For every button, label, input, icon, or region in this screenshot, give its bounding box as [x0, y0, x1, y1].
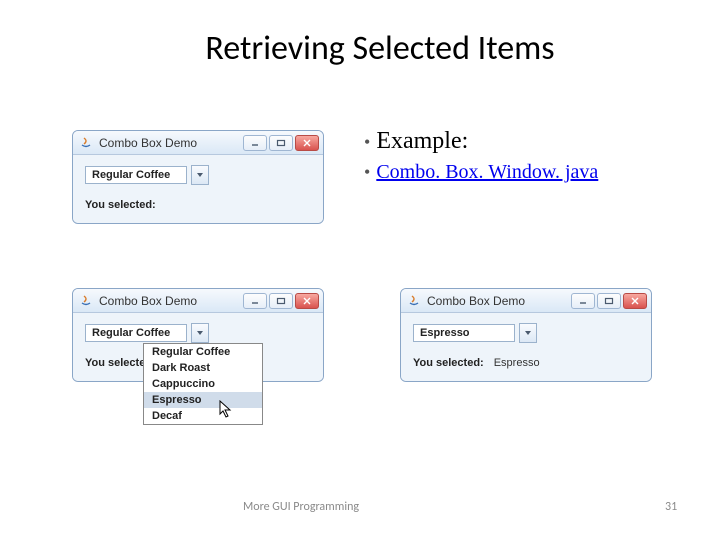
close-button[interactable]	[295, 293, 319, 309]
titlebar: Combo Box Demo	[401, 289, 651, 313]
titlebar: Combo Box Demo	[73, 289, 323, 313]
maximize-button[interactable]	[269, 135, 293, 151]
java-icon	[79, 294, 93, 308]
minimize-button[interactable]	[571, 293, 595, 309]
chevron-down-icon	[196, 172, 204, 178]
titlebar: Combo Box Demo	[73, 131, 323, 155]
combo-display[interactable]: Regular Coffee	[85, 166, 187, 184]
chevron-down-icon	[196, 330, 204, 336]
maximize-button[interactable]	[269, 293, 293, 309]
bullet-block: • Example: • Combo. Box. Window. java	[364, 128, 598, 184]
java-icon	[407, 294, 421, 308]
code-link[interactable]: Combo. Box. Window. java	[376, 161, 598, 184]
slide-title: Retrieving Selected Items	[0, 0, 720, 69]
close-button[interactable]	[623, 293, 647, 309]
selected-label: You selected:	[85, 199, 156, 211]
close-button[interactable]	[295, 135, 319, 151]
selected-value: Espresso	[494, 357, 540, 369]
dropdown-option-highlighted[interactable]: Espresso	[144, 392, 262, 408]
dropdown-option[interactable]: Cappuccino	[144, 376, 262, 392]
footer-text: More GUI Programming	[243, 500, 359, 514]
selected-label: You selected:	[85, 357, 145, 369]
combo-dropdown-list[interactable]: Regular Coffee Dark Roast Cappuccino Esp…	[143, 343, 263, 425]
window-demo-1: Combo Box Demo Regular Coffee You select…	[72, 130, 324, 224]
combo-dropdown-button[interactable]	[191, 323, 209, 343]
dropdown-option[interactable]: Decaf	[144, 408, 262, 424]
chevron-down-icon	[524, 330, 532, 336]
page-number: 31	[665, 500, 677, 514]
combo-display[interactable]: Espresso	[413, 324, 515, 342]
java-icon	[79, 136, 93, 150]
minimize-button[interactable]	[243, 135, 267, 151]
window-demo-3: Combo Box Demo Espresso You selected: Es…	[400, 288, 652, 382]
window-title: Combo Box Demo	[99, 136, 237, 150]
example-label: Example:	[376, 128, 468, 155]
combo-display[interactable]: Regular Coffee	[85, 324, 187, 342]
dropdown-option[interactable]: Dark Roast	[144, 360, 262, 376]
combo-dropdown-button[interactable]	[191, 165, 209, 185]
window-title: Combo Box Demo	[427, 294, 565, 308]
maximize-button[interactable]	[597, 293, 621, 309]
dropdown-option[interactable]: Regular Coffee	[144, 344, 262, 360]
combo-dropdown-button[interactable]	[519, 323, 537, 343]
window-title: Combo Box Demo	[99, 294, 237, 308]
minimize-button[interactable]	[243, 293, 267, 309]
bullet-dot-icon: •	[364, 162, 370, 183]
selected-label: You selected:	[413, 357, 484, 369]
bullet-dot-icon: •	[364, 132, 370, 153]
